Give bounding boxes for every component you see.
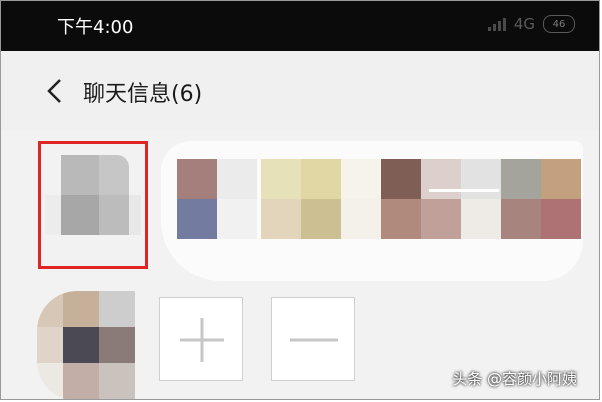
member-avatar-selected[interactable] <box>41 145 145 265</box>
battery-icon: 46 <box>543 15 575 33</box>
status-indicators: 4G 46 <box>487 15 575 33</box>
network-label: 4G <box>513 15 535 33</box>
member-avatar[interactable] <box>177 159 217 199</box>
status-time: 下午4:00 <box>57 17 134 38</box>
member-avatars-row <box>177 159 581 239</box>
member-avatar[interactable] <box>341 159 381 199</box>
remove-member-button[interactable] <box>271 297 355 381</box>
member-avatar[interactable] <box>461 159 501 199</box>
member-grid: 头条 @容颜小阿姨 <box>1 131 599 399</box>
status-bar: 下午4:00 4G 46 <box>1 1 599 51</box>
minus-icon <box>290 338 338 342</box>
signal-icon <box>487 17 506 31</box>
member-avatar[interactable] <box>37 291 143 399</box>
member-avatar[interactable] <box>261 159 301 199</box>
chat-info-header: 聊天信息(6) <box>1 51 599 131</box>
add-member-button[interactable] <box>159 297 243 381</box>
member-avatar[interactable] <box>381 159 421 199</box>
watermark: 头条 @容颜小阿姨 <box>452 370 577 388</box>
battery-level: 46 <box>552 18 566 30</box>
chevron-left-icon[interactable] <box>43 77 67 105</box>
plus-icon <box>180 318 224 362</box>
member-avatar[interactable] <box>541 159 581 199</box>
page-title: 聊天信息(6) <box>83 82 203 107</box>
screen: 下午4:00 4G 46 聊天信息(6) 头条 @容颜小阿姨 <box>0 0 600 400</box>
